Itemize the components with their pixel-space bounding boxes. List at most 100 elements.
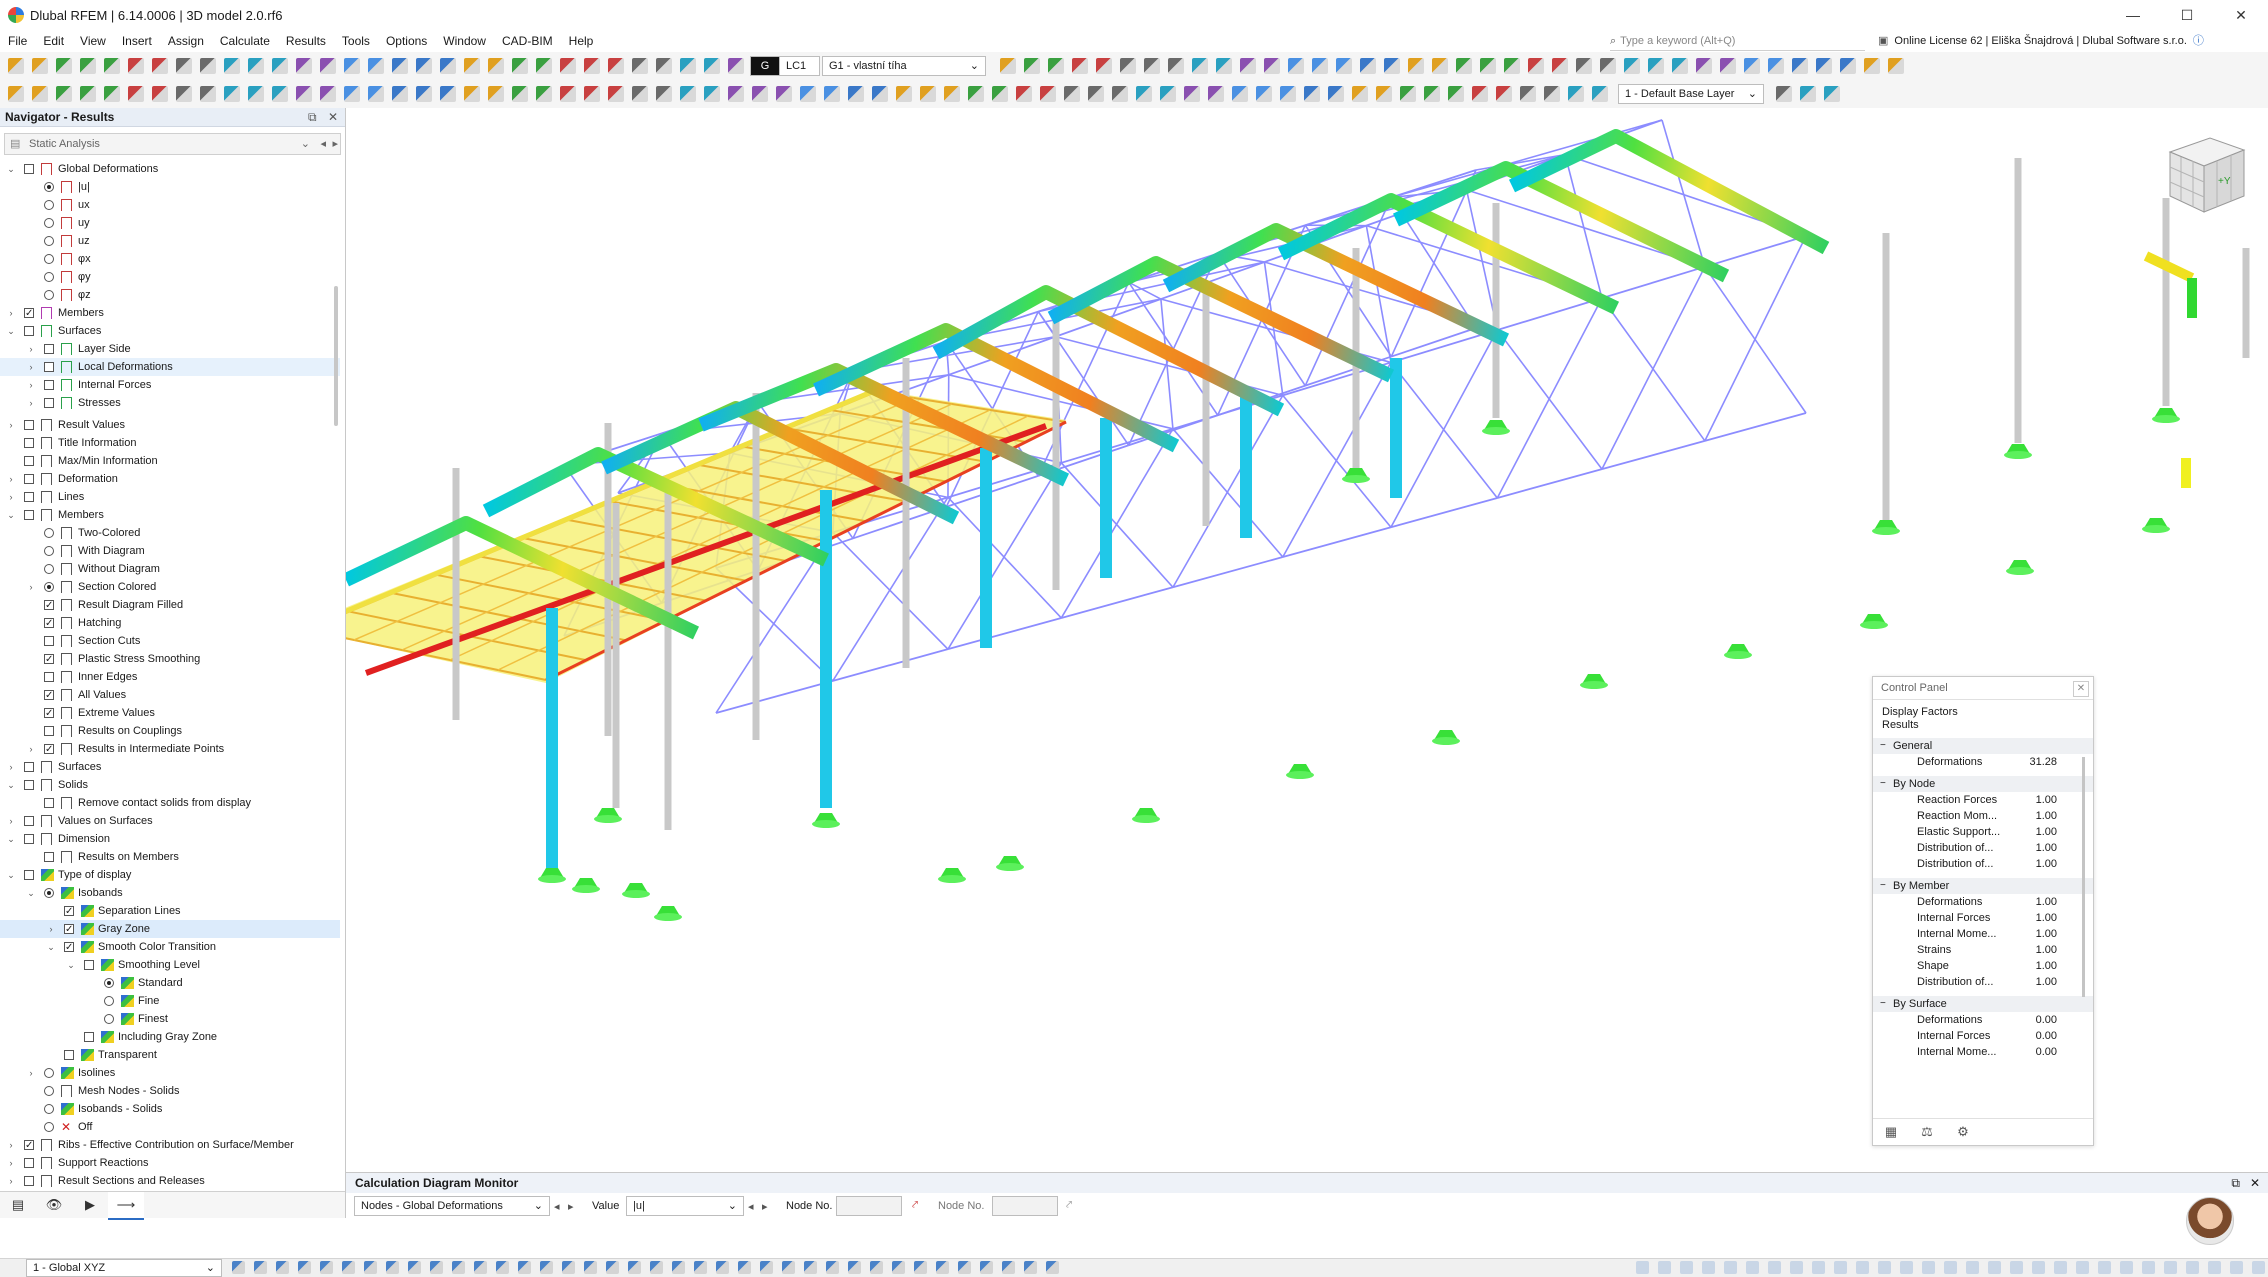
toolbar-tool-icon[interactable] [176,86,192,102]
navigator-scrollbar[interactable] [334,286,338,426]
toolbar-tool-icon[interactable] [392,86,408,102]
radio-button[interactable] [44,546,54,556]
checkbox[interactable] [44,672,54,682]
checkbox[interactable] [24,762,34,772]
tree-item-x[interactable]: φx [0,250,340,268]
snap-tool-icon[interactable] [914,1261,927,1274]
tree-item-type-of-display[interactable]: ⌄ Type of display [0,866,340,884]
toolbar-tool-icon[interactable] [1160,86,1176,102]
toolbar-tool-icon[interactable] [1720,58,1736,74]
status-toggle-icon[interactable] [1988,1261,2001,1274]
node-no-field[interactable] [836,1196,902,1216]
snap-tool-icon[interactable] [804,1261,817,1274]
snap-tool-icon[interactable] [1024,1261,1037,1274]
radio-button[interactable] [44,888,54,898]
expand-icon[interactable]: › [6,758,16,776]
toolbar-tool-icon[interactable] [632,58,648,74]
toolbar-tool-icon[interactable] [728,86,744,102]
status-toggle-icon[interactable] [2252,1261,2265,1274]
view-cube[interactable]: +Y [2156,128,2248,220]
radio-button[interactable] [44,254,54,264]
toolbar-tool-icon[interactable] [1600,58,1616,74]
toolbar-tool-icon[interactable] [1144,58,1160,74]
snap-tool-icon[interactable] [760,1261,773,1274]
expand-icon[interactable]: › [6,1136,16,1154]
toolbar-tool-icon[interactable] [32,58,48,74]
tree-item-gray-zone[interactable]: › Gray Zone [0,920,340,939]
checkbox[interactable] [24,834,34,844]
toolbar-tool-icon[interactable] [80,58,96,74]
menu-help[interactable]: Help [561,30,602,52]
toolbar-tool-icon[interactable] [176,58,192,74]
status-toggle-icon[interactable] [1900,1261,1913,1274]
toolbar-tool-icon[interactable] [488,58,504,74]
cp-row-value[interactable]: 1.00 [2036,808,2057,824]
toolbar-tool-icon[interactable] [1384,58,1400,74]
toolbar-tool-icon[interactable] [536,58,552,74]
tree-item-max-min-information[interactable]: Max/Min Information [0,452,340,470]
tree-item-without-diagram[interactable]: Without Diagram [0,560,340,578]
toolbar-tool-icon[interactable] [224,58,240,74]
prev-icon[interactable]: ◂ [554,1200,560,1213]
snap-tool-icon[interactable] [826,1261,839,1274]
toolbar-tool-icon[interactable] [272,86,288,102]
close-button[interactable]: ✕ [2214,0,2268,30]
cp-row-value[interactable]: 0.00 [2036,1028,2057,1044]
toolbar-tool-icon[interactable] [1456,58,1472,74]
menu-tools[interactable]: Tools [334,30,378,52]
toolbar-tool-icon[interactable] [1816,58,1832,74]
snap-tool-icon[interactable] [474,1261,487,1274]
checkbox[interactable] [64,1050,74,1060]
toolbar-tool-icon[interactable] [152,58,168,74]
snap-tool-icon[interactable] [958,1261,971,1274]
toolbar-tool-icon[interactable] [32,86,48,102]
toolbar-tool-icon[interactable] [656,58,672,74]
toolbar-tool-icon[interactable] [344,86,360,102]
cp-row-value[interactable]: 1.00 [2036,974,2057,990]
snap-tool-icon[interactable] [672,1261,685,1274]
tree-item-inner-edges[interactable]: Inner Edges [0,668,340,686]
toolbar-tool-icon[interactable] [368,86,384,102]
toolbar-tool-icon[interactable] [488,86,504,102]
toolbar-tool-icon[interactable] [944,86,960,102]
toolbar-tool-icon[interactable] [440,86,456,102]
snap-tool-icon[interactable] [408,1261,421,1274]
toolbar-tool-icon[interactable] [1064,86,1080,102]
snap-tool-icon[interactable] [496,1261,509,1274]
toolbar-tool-icon[interactable] [1496,86,1512,102]
tree-item-u[interactable]: |u| [0,178,340,196]
minimize-button[interactable]: — [2106,0,2160,30]
tree-item-section-colored[interactable]: › Section Colored [0,578,340,596]
toolbar-tool-icon[interactable] [464,86,480,102]
status-toggle-icon[interactable] [2164,1261,2177,1274]
expand-icon[interactable]: › [26,578,36,596]
expand-icon[interactable]: › [26,1064,36,1082]
toolbar-tool-icon[interactable] [1840,58,1856,74]
radio-button[interactable] [44,582,54,592]
status-toggle-icon[interactable] [2076,1261,2089,1274]
expand-icon[interactable]: › [6,304,16,322]
checkbox[interactable] [44,615,54,633]
toolbar-tool-icon[interactable] [920,86,936,102]
checkbox[interactable] [44,798,54,808]
maximize-button[interactable]: ☐ [2160,0,2214,30]
checkbox[interactable] [44,705,54,723]
cp-row-value[interactable]: 1.00 [2036,926,2057,942]
status-toggle-icon[interactable] [1878,1261,1891,1274]
toolbar-tool-icon[interactable] [1376,86,1392,102]
radio-button[interactable] [44,1086,54,1096]
tree-item-remove-contact-solids-from-display[interactable]: Remove contact solids from display [0,794,340,812]
collapse-icon[interactable]: ⌄ [26,884,36,902]
checkbox[interactable] [44,687,54,705]
toolbar-tool-icon[interactable] [752,86,768,102]
status-toggle-icon[interactable] [2186,1261,2199,1274]
tree-item-with-diagram[interactable]: With Diagram [0,542,340,560]
toolbar-tool-icon[interactable] [824,86,840,102]
toolbar-tool-icon[interactable] [104,86,120,102]
toolbar-tool-icon[interactable] [776,86,792,102]
tree-item-uz[interactable]: uz [0,232,340,250]
pin-icon[interactable]: ⧉ [2231,1173,2240,1193]
checkbox[interactable] [84,1032,94,1042]
toolbar-tool-icon[interactable] [152,86,168,102]
checkbox[interactable] [24,1158,34,1168]
